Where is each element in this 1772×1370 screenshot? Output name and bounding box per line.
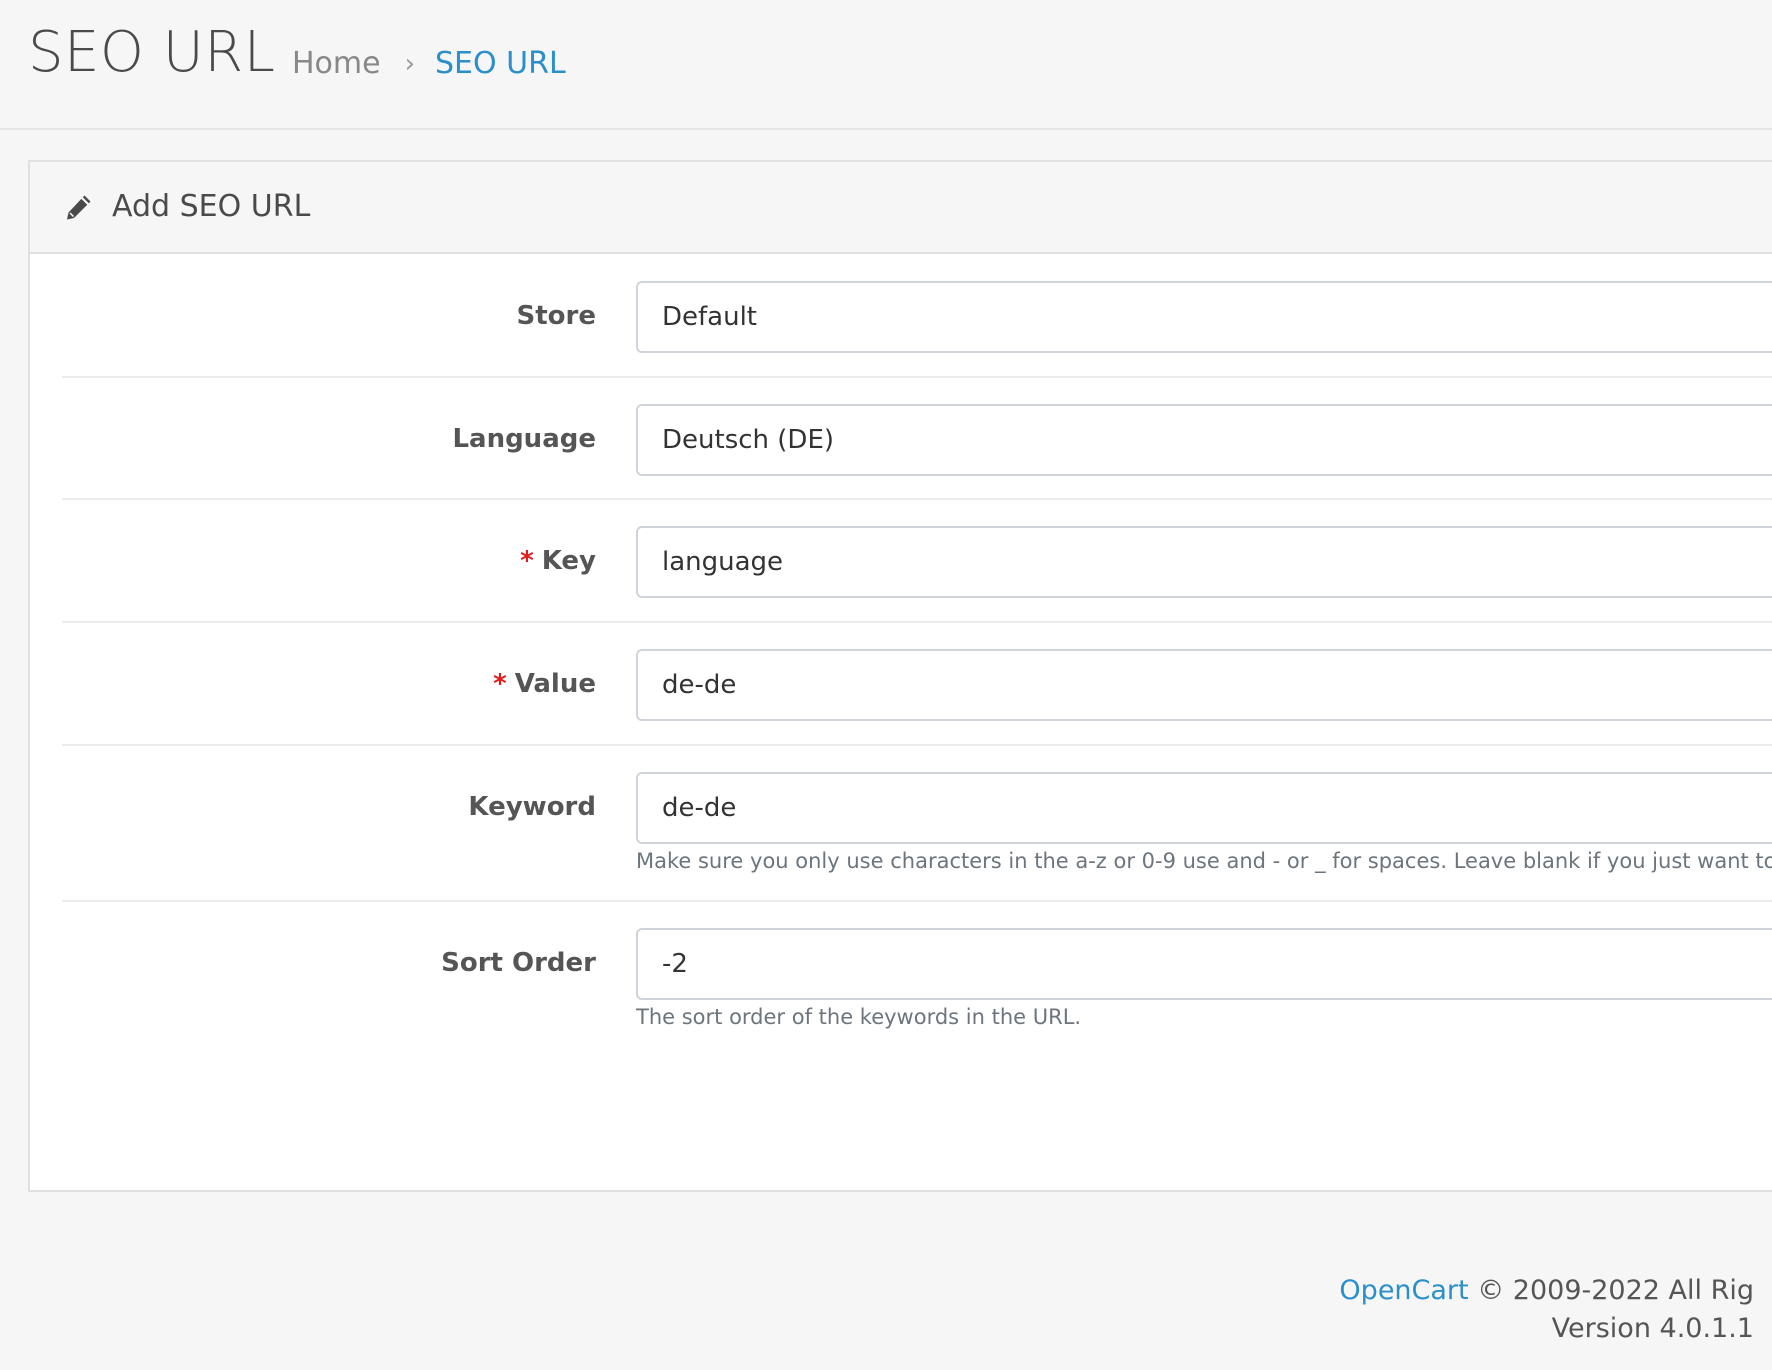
key-label: * Key <box>520 544 596 578</box>
sort-order-input[interactable] <box>636 928 1772 1000</box>
footer-version: Version 4.0.1.1 <box>1551 1313 1754 1344</box>
keyword-input[interactable] <box>636 772 1772 844</box>
form-row-value: * Value <box>62 623 1772 746</box>
store-label: Store <box>516 301 596 331</box>
seo-url-form-card: Add SEO URL Store Language *Key *Value K… <box>28 160 1772 1192</box>
value-input[interactable] <box>636 649 1772 721</box>
required-marker: * <box>520 546 534 576</box>
form-row-key: * Key <box>62 500 1772 623</box>
required-marker: * <box>493 669 507 699</box>
page-header: SEO URL Home › SEO URL <box>0 0 1772 130</box>
key-input[interactable] <box>636 526 1772 598</box>
keyword-help-text: Make sure you only use characters in the… <box>636 849 1772 873</box>
breadcrumb-separator-icon: › <box>404 49 415 79</box>
card-header: Add SEO URL <box>30 162 1772 254</box>
breadcrumb: Home › SEO URL <box>292 44 566 84</box>
page-title: SEO URL <box>28 20 276 85</box>
form-row-keyword: Keyword Make sure you only use character… <box>62 746 1772 902</box>
card-title: Add SEO URL <box>112 189 311 224</box>
keyword-label: Keyword <box>468 792 596 822</box>
breadcrumb-home-link[interactable]: Home <box>292 44 381 84</box>
pencil-icon <box>64 192 94 222</box>
form-row-store: Store <box>62 254 1772 378</box>
language-select[interactable] <box>636 404 1772 476</box>
form-row-sort-order: Sort Order The sort order of the keyword… <box>62 902 1772 1062</box>
footer: OpenCart © 2009-2022 All Rig Version 4.0… <box>1339 1272 1754 1348</box>
key-label-text: Key <box>541 546 596 576</box>
footer-copyright: © 2009-2022 All Rig <box>1468 1275 1754 1306</box>
sort-order-help-text: The sort order of the keywords in the UR… <box>636 1005 1082 1029</box>
breadcrumb-current-link[interactable]: SEO URL <box>435 44 566 84</box>
opencart-link[interactable]: OpenCart <box>1339 1275 1468 1306</box>
sort-order-label: Sort Order <box>441 948 596 978</box>
store-select[interactable] <box>636 281 1772 353</box>
footer-copyright-line: OpenCart © 2009-2022 All Rig <box>1339 1272 1754 1310</box>
language-label: Language <box>452 424 596 454</box>
value-label: * Value <box>493 667 596 701</box>
value-label-text: Value <box>514 669 596 699</box>
form-row-language: Language <box>62 378 1772 500</box>
